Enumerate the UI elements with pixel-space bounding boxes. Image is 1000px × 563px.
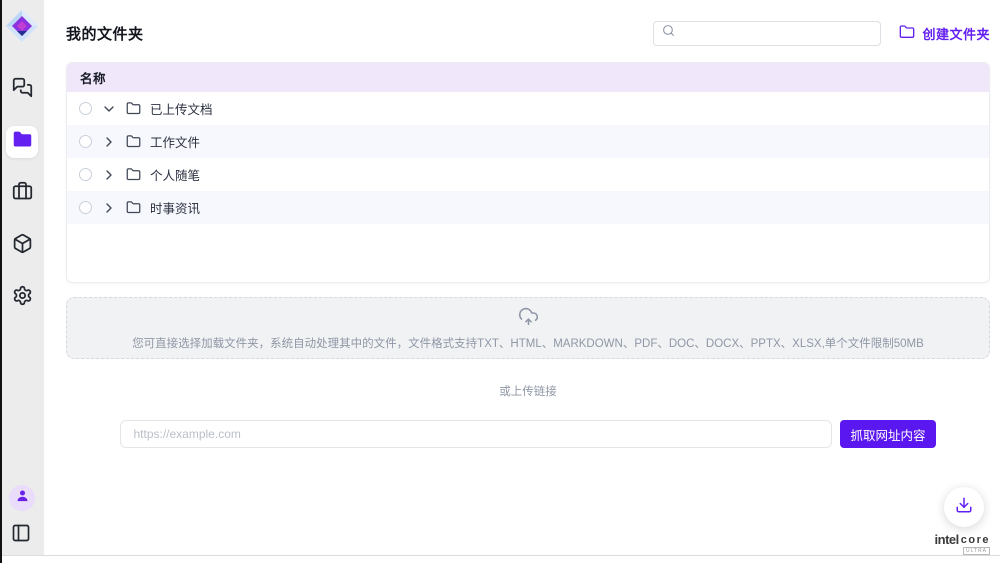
sidebar-item-models[interactable] xyxy=(6,230,38,262)
folder-table: 名称 已上传文档 工作文件 xyxy=(66,62,990,283)
intel-core-logo: intel core ultra xyxy=(935,532,990,555)
user-avatar[interactable] xyxy=(9,485,35,511)
chat-icon xyxy=(12,77,33,103)
folder-name: 时事资讯 xyxy=(150,198,200,217)
url-upload-row: 抓取网址内容 xyxy=(66,420,990,448)
search-box xyxy=(653,21,881,46)
row-checkbox[interactable] xyxy=(79,102,92,115)
app-window: 我的文件夹 创建文件夹 xyxy=(0,0,1000,556)
gear-icon xyxy=(12,285,33,311)
search-icon xyxy=(662,24,675,42)
folder-outline-icon xyxy=(126,134,141,149)
chevron-right-icon[interactable] xyxy=(101,200,117,216)
upload-dropzone[interactable]: 您可直接选择加载文件夹，系统自动处理其中的文件，文件格式支持TXT、HTML、M… xyxy=(66,297,990,359)
sidebar-nav xyxy=(6,74,38,314)
download-icon xyxy=(955,496,973,519)
chevron-down-icon[interactable] xyxy=(101,101,117,117)
folder-outline-icon xyxy=(126,101,141,116)
core-wordmark: core xyxy=(961,534,990,546)
folder-row[interactable]: 工作文件 xyxy=(67,125,989,158)
window-left-edge xyxy=(0,0,2,563)
folder-name: 已上传文档 xyxy=(150,99,213,118)
download-fab-button[interactable] xyxy=(944,487,984,527)
folder-row[interactable]: 已上传文档 xyxy=(67,92,989,125)
folder-row[interactable]: 个人随笔 xyxy=(67,158,989,191)
folder-outline-icon xyxy=(126,200,141,215)
create-folder-label: 创建文件夹 xyxy=(922,24,990,43)
cloud-upload-icon xyxy=(518,306,539,332)
user-icon xyxy=(15,488,30,508)
fetch-url-button[interactable]: 抓取网址内容 xyxy=(840,420,935,448)
name-column-header: 名称 xyxy=(80,68,106,87)
briefcase-icon xyxy=(12,181,33,207)
search-input[interactable] xyxy=(681,26,872,40)
url-input[interactable] xyxy=(120,420,832,448)
sidebar-item-chat[interactable] xyxy=(6,74,38,106)
sidebar-item-folders[interactable] xyxy=(6,126,38,158)
folder-name: 工作文件 xyxy=(150,132,200,151)
table-header-row: 名称 xyxy=(67,63,989,92)
intel-wordmark: intel xyxy=(935,532,959,547)
folder-row[interactable]: 时事资讯 xyxy=(67,191,989,224)
folder-plus-icon xyxy=(899,24,915,43)
sidebar-bottom xyxy=(9,485,35,545)
row-checkbox[interactable] xyxy=(79,201,92,214)
row-checkbox[interactable] xyxy=(79,168,92,181)
chevron-right-icon[interactable] xyxy=(101,167,117,183)
create-folder-button[interactable]: 创建文件夹 xyxy=(899,24,990,43)
row-checkbox[interactable] xyxy=(79,135,92,148)
folder-name: 个人随笔 xyxy=(150,165,200,184)
panel-left-icon xyxy=(11,530,31,547)
folder-table-body: 已上传文档 工作文件 个人随笔 xyxy=(67,92,989,224)
page-title: 我的文件夹 xyxy=(66,23,144,44)
folder-icon xyxy=(12,129,33,155)
cube-icon xyxy=(12,233,33,259)
chevron-right-icon[interactable] xyxy=(101,134,117,150)
app-logo-icon[interactable] xyxy=(4,8,40,44)
sidebar-item-settings[interactable] xyxy=(6,282,38,314)
or-upload-link-label: 或上传链接 xyxy=(66,383,990,399)
main-content: 我的文件夹 创建文件夹 xyxy=(44,0,1000,555)
sidebar-item-workspace[interactable] xyxy=(6,178,38,210)
intel-badge: ultra xyxy=(963,547,990,555)
sidebar xyxy=(0,0,44,555)
sidebar-collapse-button[interactable] xyxy=(11,523,33,545)
page-header: 我的文件夹 创建文件夹 xyxy=(66,20,990,46)
folder-outline-icon xyxy=(126,167,141,182)
upload-hint-text: 您可直接选择加载文件夹，系统自动处理其中的文件，文件格式支持TXT、HTML、M… xyxy=(132,335,924,351)
